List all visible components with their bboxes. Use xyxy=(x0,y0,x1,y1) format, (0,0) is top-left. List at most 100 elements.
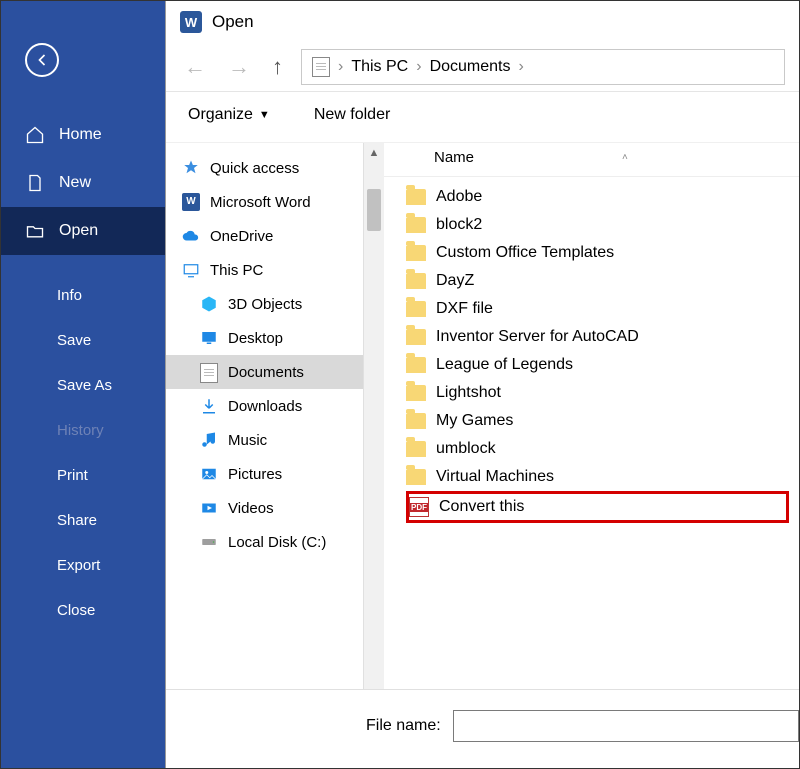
tree-item-label: Quick access xyxy=(210,160,299,177)
tree-microsoft-word[interactable]: WMicrosoft Word xyxy=(166,185,363,219)
app-root: Home New Open InfoSave Save As History Print S… xyxy=(0,0,800,769)
tree-quick-access[interactable]: Quick access xyxy=(166,151,363,185)
file-name-label: umblock xyxy=(436,440,496,458)
down-icon xyxy=(200,397,218,415)
file-convert-this[interactable]: PDFConvert this xyxy=(406,491,789,523)
tree-videos[interactable]: Videos xyxy=(166,491,363,525)
backstage-print[interactable]: Print xyxy=(1,453,165,498)
address-bar[interactable]: › This PC › Documents › xyxy=(301,49,785,85)
disk-icon xyxy=(200,533,218,551)
folder-icon xyxy=(406,273,426,289)
backstage-item-label: New xyxy=(59,174,91,192)
cloud-icon xyxy=(182,227,200,245)
folder-virtual-machines[interactable]: Virtual Machines xyxy=(406,463,789,491)
folder-icon xyxy=(406,385,426,401)
organize-button[interactable]: Organize ▼ xyxy=(188,106,270,124)
nav-up-button[interactable]: ↑ xyxy=(268,52,287,82)
tree-onedrive[interactable]: OneDrive xyxy=(166,219,363,253)
tree-scrollbar[interactable]: ▲ xyxy=(364,143,384,689)
backstage-history: History xyxy=(1,408,165,453)
folder-icon xyxy=(406,245,426,261)
tree-item-label: OneDrive xyxy=(210,228,273,245)
breadcrumb-segment[interactable]: This PC xyxy=(351,58,408,76)
music-icon xyxy=(200,431,218,449)
tree-3d-objects[interactable]: 3D Objects xyxy=(166,287,363,321)
folder-icon xyxy=(406,469,426,485)
tree-item-label: Downloads xyxy=(228,398,302,415)
file-name-label: Adobe xyxy=(436,188,482,206)
file-name-label: Convert this xyxy=(439,498,524,516)
tree-item-label: Pictures xyxy=(228,466,282,483)
folder-dayz[interactable]: DayZ xyxy=(406,267,789,295)
folder-lightshot[interactable]: Lightshot xyxy=(406,379,789,407)
file-name-label: Inventor Server for AutoCAD xyxy=(436,328,639,346)
scroll-up-icon: ▲ xyxy=(369,143,380,163)
dialog-navbar: ← → ↑ › This PC › Documents › xyxy=(166,43,799,92)
nav-back-button[interactable]: ← xyxy=(180,52,210,82)
dialog-footer: File name: xyxy=(166,689,799,768)
filename-input[interactable] xyxy=(453,710,799,742)
word-backstage-sidebar: Home New Open InfoSave Save As History Print S… xyxy=(1,1,165,768)
breadcrumb-segment[interactable]: Documents xyxy=(430,58,511,76)
tree-this-pc[interactable]: This PC xyxy=(166,253,363,287)
filename-label: File name: xyxy=(366,717,441,735)
tree-music[interactable]: Music xyxy=(166,423,363,457)
folder-icon xyxy=(406,329,426,345)
dialog-toolbar: Organize ▼ New folder xyxy=(166,92,799,143)
tree-desktop[interactable]: Desktop xyxy=(166,321,363,355)
scrollbar-thumb[interactable] xyxy=(367,189,381,231)
column-header-row: Name ˄ xyxy=(384,143,799,177)
backstage-open[interactable]: Open xyxy=(1,207,165,255)
backstage-share[interactable]: Share xyxy=(1,498,165,543)
backstage-new[interactable]: New xyxy=(1,159,165,207)
backstage-save[interactable]: Save xyxy=(1,318,165,363)
folder-icon xyxy=(406,301,426,317)
folder-icon xyxy=(406,413,426,429)
backstage-item-label: Print xyxy=(57,467,88,484)
cube-icon xyxy=(200,295,218,313)
backstage-item-label: Save As xyxy=(57,377,112,394)
tree-pictures[interactable]: Pictures xyxy=(166,457,363,491)
nav-forward-button[interactable]: → xyxy=(224,52,254,82)
home-icon xyxy=(25,125,45,145)
file-name-label: League of Legends xyxy=(436,356,573,374)
folder-inventor-server-for-autocad[interactable]: Inventor Server for AutoCAD xyxy=(406,323,789,351)
file-name-label: DXF file xyxy=(436,300,493,318)
folder-adobe[interactable]: Adobe xyxy=(406,183,789,211)
backstage-item-label: Close xyxy=(57,602,95,619)
backstage-export[interactable]: Export xyxy=(1,543,165,588)
tree-item-label: Microsoft Word xyxy=(210,194,311,211)
tree-item-label: Videos xyxy=(228,500,274,517)
backstage-item-label: Export xyxy=(57,557,100,574)
column-header-name[interactable]: Name xyxy=(434,149,474,166)
back-button[interactable] xyxy=(25,43,59,77)
new-folder-button[interactable]: New folder xyxy=(314,106,390,124)
file-name-label: Custom Office Templates xyxy=(436,244,614,262)
folder-custom-office-templates[interactable]: Custom Office Templates xyxy=(406,239,789,267)
pc-icon xyxy=(182,261,200,279)
backstage-close[interactable]: Close xyxy=(1,588,165,633)
file-name-label: Virtual Machines xyxy=(436,468,554,486)
open-file-dialog: W Open ← → ↑ › This PC › Documents › Org… xyxy=(165,1,799,768)
folder-my-games[interactable]: My Games xyxy=(406,407,789,435)
folder-block2[interactable]: block2 xyxy=(406,211,789,239)
tree-item-label: This PC xyxy=(210,262,263,279)
backstage-info[interactable]: Info xyxy=(1,273,165,318)
nav-tree: Quick access WMicrosoft Word OneDrive This … xyxy=(166,143,364,689)
arrow-left-icon xyxy=(32,50,52,70)
folder-dxf-file[interactable]: DXF file xyxy=(406,295,789,323)
chevron-down-icon: ▼ xyxy=(259,109,270,121)
organize-label: Organize xyxy=(188,106,253,124)
folder-league-of-legends[interactable]: League of Legends xyxy=(406,351,789,379)
star-icon xyxy=(182,159,200,177)
chevron-right-icon: › xyxy=(518,58,523,76)
tree-documents[interactable]: Documents xyxy=(166,355,363,389)
backstage-save-as[interactable]: Save As xyxy=(1,363,165,408)
folder-icon xyxy=(406,217,426,233)
backstage-home[interactable]: Home xyxy=(1,111,165,159)
tree-local-disk-c-[interactable]: Local Disk (C:) xyxy=(166,525,363,559)
tree-downloads[interactable]: Downloads xyxy=(166,389,363,423)
dialog-body: Quick access WMicrosoft Word OneDrive This … xyxy=(166,143,799,689)
folder-umblock[interactable]: umblock xyxy=(406,435,789,463)
tree-item-label: Desktop xyxy=(228,330,283,347)
